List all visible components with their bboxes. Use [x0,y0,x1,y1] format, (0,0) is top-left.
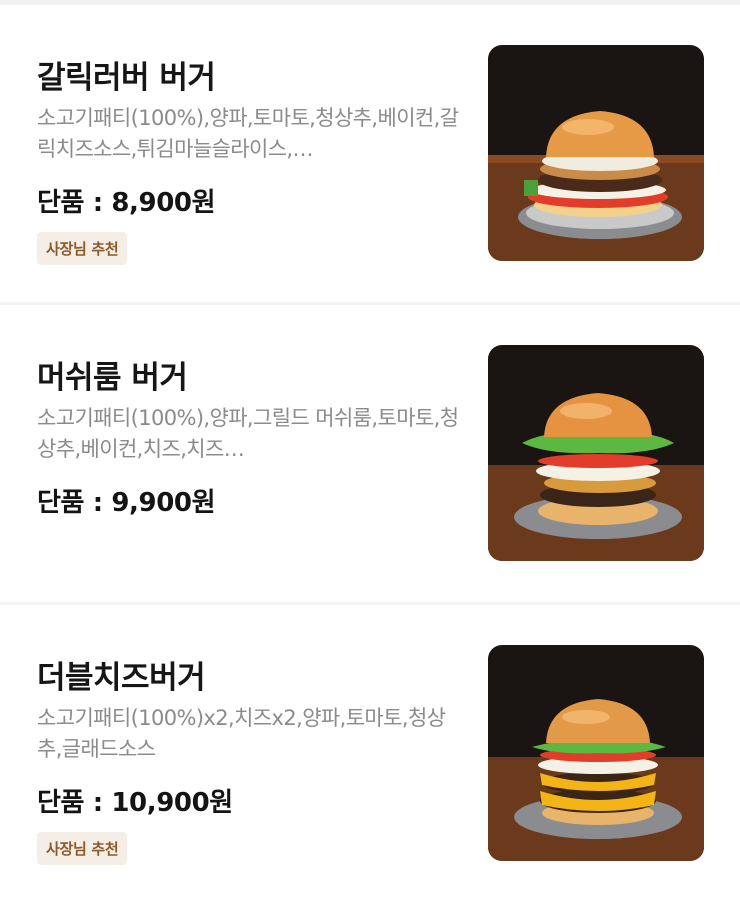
menu-item-name: 더블치즈버거 [37,660,206,696]
menu-item-price: 단품 : 9,900원 [37,488,216,518]
garlic-lover-burger-photo[interactable] [488,45,704,261]
menu-item-name: 머쉬룸 버거 [37,360,188,396]
menu-item-description: 소고기패티(100%)x2,치즈x2,양파,토마토,청상추,글래드소스 [37,706,446,761]
menu-item-double-cheese-burger[interactable]: 더블치즈버거 소고기패티(100%)x2,치즈x2,양파,토마토,청상추,글래드… [0,605,740,902]
menu-item-name: 갈릭러버 버거 [37,60,216,96]
double-cheese-burger-photo[interactable] [488,645,704,861]
owner-recommend-badge: 사장님 추천 [37,232,128,265]
owner-recommend-badge: 사장님 추천 [37,832,128,865]
mushroom-burger-photo[interactable] [488,345,704,561]
menu-item-mushroom-burger[interactable]: 머쉬룸 버거 소고기패티(100%),양파,그릴드 머쉬룸,토마토,청상추,베이… [0,305,740,602]
menu-item-garlic-lover-burger[interactable]: 갈릭러버 버거 소고기패티(100%),양파,토마토,청상추,베이컨,갈릭치즈소… [0,5,740,302]
menu-item-description: 소고기패티(100%),양파,그릴드 머쉬룸,토마토,청상추,베이컨,치즈,치즈… [37,406,459,461]
menu-item-price: 단품 : 10,900원 [37,788,233,818]
menu-item-price: 단품 : 8,900원 [37,188,216,218]
menu-item-description: 소고기패티(100%),양파,토마토,청상추,베이컨,갈릭치즈소스,튀김마늘슬라… [37,106,459,161]
